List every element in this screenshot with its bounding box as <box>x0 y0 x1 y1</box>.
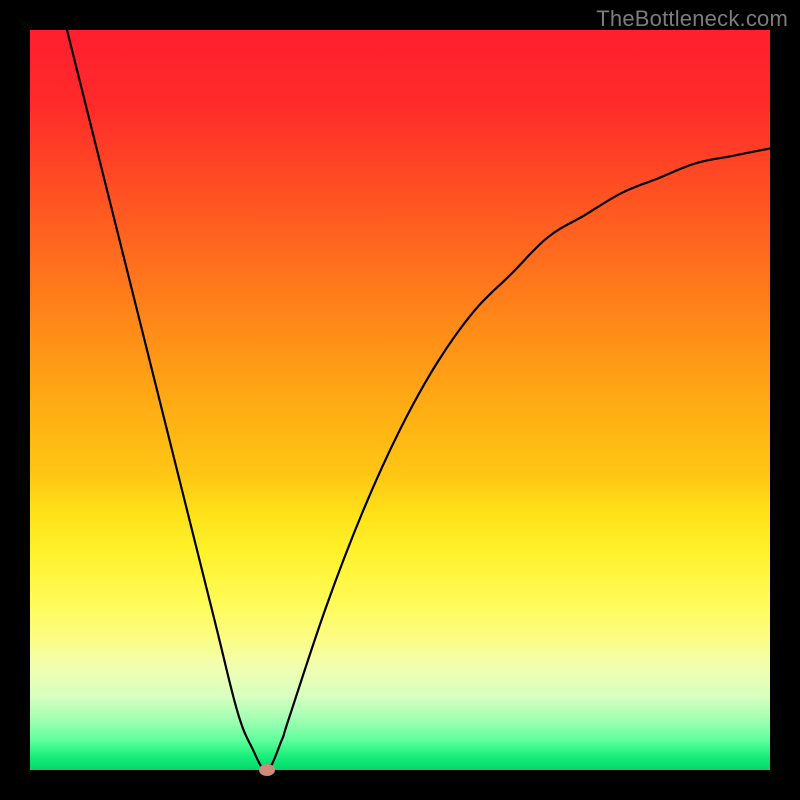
bottleneck-curve <box>30 30 770 770</box>
attribution-text: TheBottleneck.com <box>596 6 788 32</box>
curve-path <box>67 30 770 770</box>
plot-area <box>30 30 770 770</box>
optimum-marker <box>259 764 275 776</box>
chart-frame: TheBottleneck.com <box>0 0 800 800</box>
